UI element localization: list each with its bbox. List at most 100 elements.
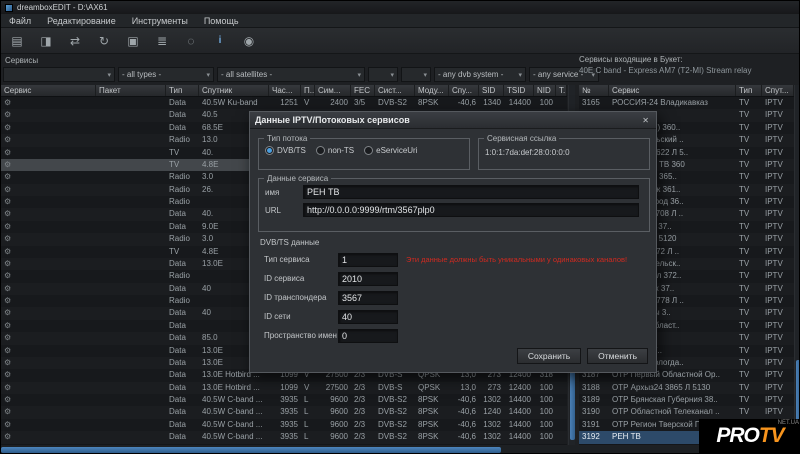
cell-sat: 40.5W C-band ... xyxy=(199,431,269,443)
column-header[interactable]: Час... xyxy=(269,85,301,96)
menu-4[interactable]: Помощь xyxy=(196,15,247,27)
filter-small-1[interactable]: ▾ xyxy=(368,67,398,82)
column-header[interactable]: Сервис xyxy=(609,85,736,96)
service-data-group: Данные сервиса имя URL xyxy=(258,174,650,232)
cell-pos: -40,6 xyxy=(449,97,479,109)
list-button[interactable]: ≣ xyxy=(152,32,172,50)
radio-label: eServiceUri xyxy=(376,146,417,155)
menu-3[interactable]: Инструменты xyxy=(124,15,196,27)
cell-pos: 13,0 xyxy=(449,382,479,394)
filter-blank[interactable]: ▾ xyxy=(3,67,115,82)
cell-type: TV xyxy=(736,97,762,109)
filter-types[interactable]: - all types -▾ xyxy=(118,67,214,82)
protv-tv-text: TV xyxy=(759,424,784,448)
service-row[interactable]: ⚙Data13.0E Hotbird ...1099V275002/3DVB-S… xyxy=(1,382,567,394)
cell-name: ОТР Брянская Губерния 38.. xyxy=(609,394,736,406)
column-header[interactable]: FEC xyxy=(351,85,375,96)
save-button[interactable]: ◨ xyxy=(36,32,56,50)
save-button[interactable]: Сохранить xyxy=(517,348,581,364)
cell-type: TV xyxy=(736,357,762,369)
service-row[interactable]: ⚙Data40.5W C-band ...3935L96002/3DVB-S28… xyxy=(1,394,567,406)
copy-button[interactable]: ▣ xyxy=(123,32,143,50)
bouquet-vertical-scrollbar[interactable] xyxy=(794,85,800,445)
filter-service-value: - any service - xyxy=(533,70,583,79)
column-header[interactable]: Пакет xyxy=(96,85,166,96)
transfer-button[interactable]: ⇄ xyxy=(65,32,85,50)
cell-type: Data xyxy=(166,357,199,369)
dialog-close-button[interactable]: ✕ xyxy=(640,116,651,125)
bouquet-row[interactable]: 3189ОТР Брянская Губерния 38..TVIPTV xyxy=(579,394,794,406)
column-header[interactable]: Т... xyxy=(556,85,567,96)
namespace-field[interactable] xyxy=(338,329,398,343)
cell-mod: QPSK xyxy=(415,382,449,394)
column-header[interactable]: TSID xyxy=(504,85,534,96)
power-button[interactable]: ◉ xyxy=(239,32,259,50)
cell-name: ⚙ xyxy=(1,270,96,282)
menu-2[interactable]: Редактирование xyxy=(39,15,124,27)
column-header[interactable]: № xyxy=(579,85,609,96)
cell-type: TV xyxy=(166,246,199,258)
chevron-down-icon: ▾ xyxy=(206,71,210,79)
bouquet-row[interactable]: 3188ОТР Архыз24 3865 Л 5130TVIPTV xyxy=(579,382,794,394)
filter-satellites[interactable]: - all satellites -▾ xyxy=(217,67,365,82)
filter-small-2[interactable]: ▾ xyxy=(401,67,431,82)
horizontal-scroll-thumb[interactable] xyxy=(1,447,501,453)
cell-pkg xyxy=(96,159,166,171)
service-id-field[interactable] xyxy=(338,272,398,286)
cell-pkg xyxy=(96,258,166,270)
horizontal-scrollbar[interactable] xyxy=(1,446,800,454)
cell-sys: IPTV xyxy=(762,159,794,171)
column-header[interactable]: Тип xyxy=(166,85,199,96)
service-row[interactable]: ⚙Data40.5W C-band ...3935L96002/3DVB-S28… xyxy=(1,431,567,443)
info-button[interactable]: i xyxy=(210,32,230,50)
cell-type: Data xyxy=(166,406,199,418)
service-type-field[interactable] xyxy=(338,253,398,267)
service-name-field[interactable] xyxy=(303,185,639,199)
service-reference-value: 1:0:1:7da:def:28:0:0:0:0 xyxy=(479,143,649,162)
service-row[interactable]: ⚙Data40.5W Ku-band1251V24003/5DVB-S28PSK… xyxy=(1,97,567,109)
service-row[interactable]: ⚙Data40.5W C-band ...3935L96002/3DVB-S28… xyxy=(1,406,567,418)
filter-satellites-value: - all satellites - xyxy=(221,70,272,79)
cell-name: ⚙ xyxy=(1,196,96,208)
bouquet-row[interactable]: 3190ОТР Областной Телеканал ..TVIPTV xyxy=(579,406,794,418)
cell-extra xyxy=(556,394,567,406)
dialog-buttons: Сохранить Отменить xyxy=(517,348,648,364)
stream-type-radio-eserviceuri[interactable]: eServiceUri xyxy=(364,146,417,155)
column-header[interactable]: Спутник xyxy=(199,85,269,96)
cell-fec: 2/3 xyxy=(351,431,375,443)
settings-button[interactable]: ◌ xyxy=(181,32,201,50)
cell-sys: IPTV xyxy=(762,233,794,245)
cell-sat: 40.5W C-band ... xyxy=(199,406,269,418)
column-header[interactable]: П... xyxy=(301,85,315,96)
stream-type-radio-non-ts[interactable]: non-TS xyxy=(316,146,354,155)
cancel-button[interactable]: Отменить xyxy=(587,348,648,364)
filter-dvb-system[interactable]: - any dvb system -▾ xyxy=(434,67,526,82)
cell-pol: L xyxy=(301,406,315,418)
bouquet-row[interactable]: 3165РОССИЯ-24 ВладикавказTVIPTV xyxy=(579,97,794,109)
reload-button[interactable]: ↻ xyxy=(94,32,114,50)
column-header[interactable]: SID xyxy=(479,85,504,96)
column-header[interactable]: Сервис xyxy=(1,85,96,96)
column-header[interactable]: Сист... xyxy=(375,85,415,96)
open-button[interactable]: ▤ xyxy=(7,32,27,50)
column-header[interactable]: NID xyxy=(534,85,556,96)
cell-nid: 100 xyxy=(534,419,556,431)
transponder-id-field[interactable] xyxy=(338,291,398,305)
column-header[interactable]: Моду... xyxy=(415,85,449,96)
service-gear-icon: ⚙ xyxy=(4,209,11,218)
column-header[interactable]: Тип xyxy=(736,85,762,96)
network-id-field[interactable] xyxy=(338,310,398,324)
cell-pkg xyxy=(96,147,166,159)
service-row[interactable]: ⚙Data40.5W C-band ...3935L96002/3DVB-S28… xyxy=(1,419,567,431)
cell-freq: 3935 xyxy=(269,431,301,443)
column-header[interactable]: Спут... xyxy=(762,85,794,96)
cell-pos: -40,6 xyxy=(449,431,479,443)
cell-sys: DVB-S2 xyxy=(375,97,415,109)
menu-1[interactable]: Файл xyxy=(1,15,39,27)
column-header[interactable]: Спу... xyxy=(449,85,479,96)
service-url-field[interactable] xyxy=(303,203,639,217)
chevron-down-icon: ▾ xyxy=(423,71,427,79)
cell-freq: 3935 xyxy=(269,419,301,431)
stream-type-radio-dvb-ts[interactable]: DVB/TS xyxy=(265,146,306,155)
column-header[interactable]: Сим... xyxy=(315,85,351,96)
